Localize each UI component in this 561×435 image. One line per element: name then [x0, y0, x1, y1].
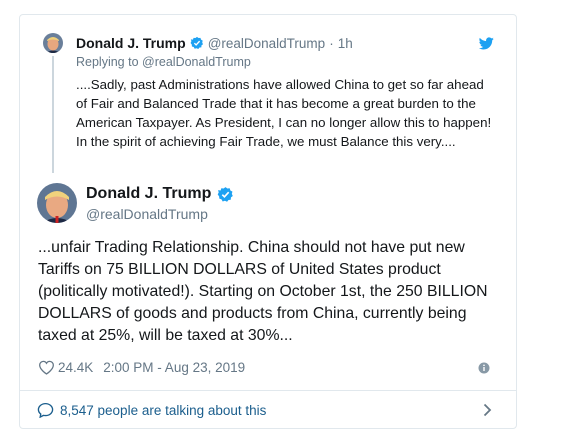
main-avatar[interactable] — [37, 183, 77, 223]
heart-icon[interactable] — [38, 360, 55, 375]
parent-timestamp[interactable]: 1h — [338, 36, 353, 51]
main-tweet-text: ...unfair Trading Relationship. China sh… — [38, 239, 488, 344]
verified-badge-icon — [190, 36, 204, 50]
embedded-tweet-card: Donald J. Trump @realDonaldTrump · 1h Re… — [19, 14, 517, 429]
tweet-timestamp[interactable]: 2:00 PM - Aug 23, 2019 — [103, 360, 245, 375]
thread-connector-line — [52, 56, 54, 173]
main-display-name[interactable]: Donald J. Trump — [86, 185, 211, 203]
separator-dot: · — [329, 35, 334, 51]
parent-display-name[interactable]: Donald J. Trump — [76, 35, 186, 51]
parent-handle[interactable]: @realDonaldTrump — [208, 36, 326, 51]
parent-avatar[interactable] — [43, 33, 63, 53]
parent-tweet-text: ....Sadly, past Administrations have all… — [76, 77, 492, 149]
twitter-bird-icon[interactable] — [478, 37, 494, 55]
speech-bubble-icon — [37, 402, 54, 418]
parent-tweet-header: Donald J. Trump @realDonaldTrump · 1h — [76, 35, 353, 51]
tweet-meta-row: 24.4K 2:00 PM - Aug 23, 2019 — [38, 360, 245, 375]
info-icon[interactable] — [478, 361, 490, 379]
main-tweet-name-row: Donald J. Trump — [86, 185, 234, 203]
replying-to-line: Replying to @realDonaldTrump — [76, 55, 251, 69]
like-count[interactable]: 24.4K — [58, 360, 93, 375]
chevron-right-icon[interactable] — [483, 403, 492, 417]
replying-to-handle-link[interactable]: @realDonaldTrump — [142, 55, 251, 69]
verified-badge-icon — [217, 186, 234, 203]
replying-to-label: Replying to — [76, 55, 139, 69]
talking-about-text[interactable]: 8,547 people are talking about this — [60, 403, 266, 418]
main-handle[interactable]: @realDonaldTrump — [86, 206, 208, 222]
conversation-link[interactable]: 8,547 people are talking about this — [20, 391, 516, 429]
